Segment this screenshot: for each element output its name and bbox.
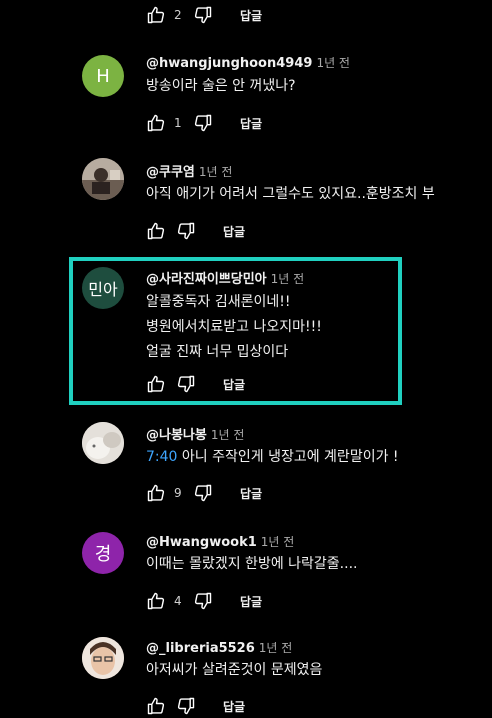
- reply-button[interactable]: 답글: [240, 115, 262, 132]
- comment-header: @쿠쿠염 1년 전: [146, 161, 232, 180]
- dislike-icon[interactable]: [192, 112, 214, 134]
- comment-header: @hwangjunghoon4949 1년 전: [146, 52, 350, 71]
- comment-author[interactable]: @_libreria5526: [146, 641, 255, 656]
- comment-line: 아직 애기가 어려서 그럴수도 있지요..훈방조치 부: [146, 186, 435, 202]
- comment-actions: 9 답글: [145, 481, 262, 505]
- comment-line: 아니 주작인게 냉장고에 계란말이가 !: [181, 449, 399, 465]
- comment-time[interactable]: 1년 전: [199, 165, 233, 179]
- like-count: 4: [174, 594, 182, 608]
- comment-time[interactable]: 1년 전: [271, 272, 305, 286]
- avatar[interactable]: H: [82, 55, 124, 97]
- avatar[interactable]: 민아: [82, 267, 124, 309]
- comment-author[interactable]: @나봉나봉: [146, 428, 207, 443]
- dislike-icon[interactable]: [192, 482, 214, 504]
- photo-avatar[interactable]: [82, 158, 124, 200]
- comment-actions: 답글: [145, 372, 245, 396]
- comment-header: @사라진짜이쁘당민아 1년 전: [146, 268, 304, 287]
- reply-button[interactable]: 답글: [240, 7, 262, 24]
- comment-actions: 2 답글: [145, 3, 262, 27]
- dislike-icon[interactable]: [192, 4, 214, 26]
- avatar-letter: 경: [94, 544, 112, 565]
- comment-time[interactable]: 1년 전: [259, 641, 293, 655]
- comment-author[interactable]: @Hwangwook1: [146, 535, 257, 550]
- cat-photo-avatar-icon: [82, 422, 124, 464]
- comment-header: @Hwangwook1 1년 전: [146, 531, 294, 550]
- comment-actions: 4 답글: [145, 589, 262, 613]
- person-photo-avatar[interactable]: [82, 637, 124, 679]
- comment-text: 7:40 아니 주작인게 냉장고에 계란말이가 !: [146, 445, 399, 470]
- comment-time[interactable]: 1년 전: [316, 56, 350, 70]
- reply-button[interactable]: 답글: [223, 698, 245, 715]
- person-photo-avatar-icon: [82, 637, 124, 679]
- like-icon[interactable]: [145, 482, 167, 504]
- comment-line: 병원에서치료받고 나오지마!!!: [146, 319, 322, 335]
- avatar-letter: 민아: [88, 280, 118, 299]
- like-icon[interactable]: [145, 4, 167, 26]
- comment-author[interactable]: @쿠쿠염: [146, 165, 195, 180]
- dislike-icon[interactable]: [175, 220, 197, 242]
- reply-button[interactable]: 답글: [223, 376, 245, 393]
- like-icon[interactable]: [145, 373, 167, 395]
- comment-line: 얼굴 진짜 너무 밉상이다: [146, 344, 289, 360]
- reply-button[interactable]: 답글: [240, 485, 262, 502]
- like-count: 9: [174, 486, 182, 500]
- comment-text: 방송이라 술은 안 꺼냈나?: [146, 74, 296, 99]
- avatar[interactable]: 경: [82, 532, 124, 574]
- comment-time[interactable]: 1년 전: [261, 535, 295, 549]
- reply-button[interactable]: 답글: [240, 593, 262, 610]
- like-count: 1: [174, 116, 182, 130]
- timestamp-link[interactable]: 7:40: [146, 449, 177, 465]
- dislike-icon[interactable]: [192, 590, 214, 612]
- dislike-icon[interactable]: [175, 373, 197, 395]
- comment-actions: 답글: [145, 219, 245, 243]
- comment-line: 알콜중독자 김새론이네!!: [146, 294, 291, 310]
- like-icon[interactable]: [145, 220, 167, 242]
- comment-time[interactable]: 1년 전: [211, 428, 245, 442]
- comment-line: 아저씨가 살려준것이 문제였음: [146, 662, 323, 678]
- comment-author[interactable]: @사라진짜이쁘당민아: [146, 272, 267, 287]
- comment-header: @나봉나봉 1년 전: [146, 424, 244, 443]
- comment-actions: 답글: [145, 694, 245, 718]
- comment-actions: 1 답글: [145, 111, 262, 135]
- comment-line: 이때는 몰랐겠지 한방에 나락갈줄....: [146, 556, 358, 572]
- cat-photo-avatar[interactable]: [82, 422, 124, 464]
- comment-text: 아직 애기가 어려서 그럴수도 있지요..훈방조치 부: [146, 182, 435, 207]
- comment-line: 방송이라 술은 안 꺼냈나?: [146, 78, 296, 94]
- comment-text: 이때는 몰랐겠지 한방에 나락갈줄....: [146, 552, 357, 577]
- like-icon[interactable]: [145, 590, 167, 612]
- comment-author[interactable]: @hwangjunghoon4949: [146, 56, 312, 71]
- photo-avatar-icon: [82, 158, 124, 200]
- like-count: 2: [174, 8, 182, 22]
- like-icon[interactable]: [145, 112, 167, 134]
- reply-button[interactable]: 답글: [223, 223, 245, 240]
- avatar-letter: H: [96, 65, 110, 87]
- comment-header: @_libreria5526 1년 전: [146, 637, 292, 656]
- comment-text: 알콜중독자 김새론이네!! 병원에서치료받고 나오지마!!! 얼굴 진짜 너무 …: [146, 290, 322, 365]
- comment-text: 아저씨가 살려준것이 문제였음: [146, 658, 322, 683]
